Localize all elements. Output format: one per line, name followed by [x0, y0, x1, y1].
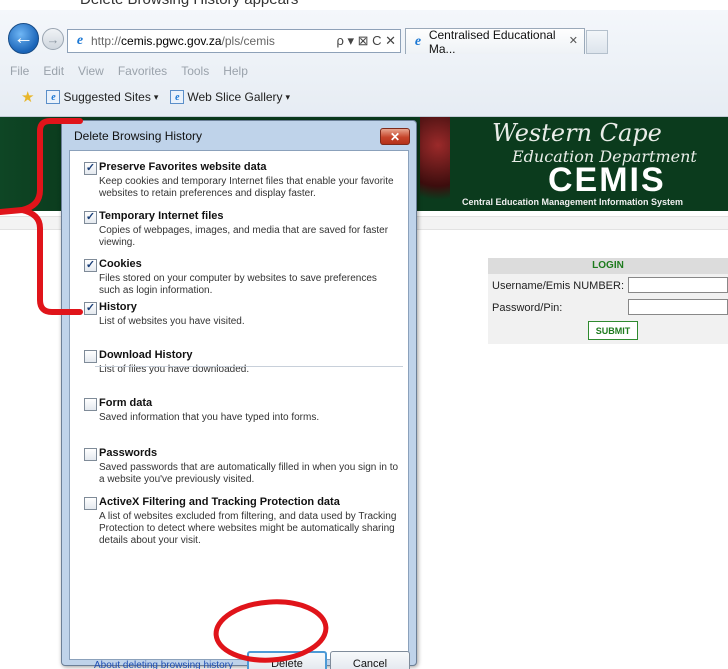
favorites-bar: ★ e Suggested Sites ▾ e Web Slice Galler… — [21, 88, 290, 106]
tab-cemis[interactable]: e Centralised Educational Ma... ✕ — [405, 27, 585, 56]
menu-favorites[interactable]: Favorites — [118, 64, 167, 78]
favorites-star-icon[interactable]: ★ — [21, 88, 34, 106]
option-checkbox[interactable]: ✓ — [84, 302, 97, 315]
option-checkbox[interactable]: ✓ — [84, 162, 97, 175]
dialog-body: ✓ Preserve Favorites website data Keep coo… — [69, 150, 410, 669]
option-description: A list of websites excluded from filteri… — [99, 511, 397, 546]
delete-button[interactable]: Delete — [247, 651, 327, 669]
menu-edit[interactable]: Edit — [43, 64, 64, 78]
fav-label: Suggested Sites — [63, 90, 151, 104]
option-title: Preserve Favorites website data — [99, 161, 267, 173]
address-bar-icons[interactable]: ρ ▾ ⊠ C ✕ — [336, 33, 396, 49]
menu-help[interactable]: Help — [223, 64, 248, 78]
banner-foliage — [0, 117, 70, 211]
delete-browsing-history-dialog: Delete Browsing History ✕ ✓ Preserve Favo… — [61, 120, 417, 669]
address-bar[interactable]: e http://cemis.pgwc.gov.za/pls/cemis ρ ▾… — [67, 29, 401, 53]
dialog-title: Delete Browsing History — [74, 129, 203, 143]
option-description: Saved passwords that are automatically f… — [99, 462, 399, 485]
close-icon: ✕ — [389, 129, 401, 144]
about-deleting-link[interactable]: About deleting browsing history — [94, 660, 233, 669]
option-checkbox[interactable] — [84, 350, 97, 363]
option-description: Keep cookies and temporary Internet file… — [99, 176, 394, 199]
menu-view[interactable]: View — [78, 64, 104, 78]
tab-title: Centralised Educational Ma... — [428, 27, 556, 56]
username-label: Username/Emis NUMBER: — [492, 280, 625, 292]
login-box: LOGIN Username/Emis NUMBER: Password/Pin… — [488, 258, 728, 344]
login-header: LOGIN — [488, 258, 728, 274]
menu-file[interactable]: File — [10, 64, 29, 78]
menu-bar: File Edit View Favorites Tools Help — [10, 64, 248, 78]
fav-suggested-sites[interactable]: e Suggested Sites ▾ — [46, 90, 158, 104]
separator — [95, 366, 403, 367]
back-arrow-icon: ← — [13, 27, 34, 49]
option-title: Temporary Internet files — [99, 210, 224, 222]
option-checkbox[interactable] — [84, 448, 97, 461]
option-title: Cookies — [99, 258, 142, 270]
option-checkbox[interactable] — [84, 497, 97, 510]
banner-subtitle: Central Education Management Information… — [462, 197, 684, 207]
option-description: Saved information that you have typed in… — [99, 412, 320, 423]
ie-page-icon: e — [76, 33, 84, 48]
tab-close-icon[interactable]: ✕ — [569, 34, 578, 47]
username-input[interactable] — [628, 277, 728, 293]
option-checkbox[interactable]: ✓ — [84, 259, 97, 272]
option-checkbox[interactable]: ✓ — [84, 211, 97, 224]
option-title: Download History — [99, 349, 193, 361]
cropped-caption: Delete Browsing History appears — [0, 0, 728, 10]
chevron-down-icon: ▾ — [285, 91, 291, 102]
option-title: History — [99, 301, 137, 313]
caption-text: Delete Browsing History appears — [80, 0, 298, 8]
banner-berry-image — [420, 117, 450, 211]
dialog-close-button[interactable]: ✕ — [380, 128, 410, 145]
option-title: Form data — [99, 397, 153, 409]
password-label: Password/Pin: — [492, 302, 563, 314]
submit-button[interactable]: SUBMIT — [588, 321, 638, 340]
option-description: Files stored on your computer by website… — [99, 273, 377, 296]
ie-icon: e — [170, 90, 185, 104]
forward-button[interactable]: → — [42, 28, 64, 50]
option-description: Copies of webpages, images, and media th… — [99, 225, 389, 248]
banner-title-western-cape: Western Cape — [492, 119, 662, 147]
password-input[interactable] — [628, 299, 728, 315]
option-description: List of websites you have visited. — [99, 316, 245, 327]
option-title: ActiveX Filtering and Tracking Protectio… — [99, 496, 340, 508]
menu-tools[interactable]: Tools — [181, 64, 209, 78]
url-host: cemis.pgwc.gov.za — [121, 34, 222, 48]
new-tab-button[interactable] — [586, 30, 608, 54]
option-title: Passwords — [99, 447, 158, 459]
option-checkbox[interactable] — [84, 398, 97, 411]
ie-icon: e — [46, 90, 61, 104]
fav-label: Web Slice Gallery — [187, 90, 283, 104]
cancel-button[interactable]: Cancel — [330, 651, 410, 669]
chevron-down-icon: ▾ — [153, 91, 159, 102]
banner-title-cemis: CEMIS — [548, 161, 666, 199]
fav-web-slice-gallery[interactable]: e Web Slice Gallery ▾ — [170, 90, 290, 104]
back-button[interactable]: ← — [8, 23, 39, 54]
forward-arrow-icon: → — [46, 31, 60, 47]
url-path: /pls/cemis — [221, 34, 275, 48]
tab-ie-icon: e — [414, 33, 422, 49]
url-protocol: http:// — [91, 34, 122, 48]
